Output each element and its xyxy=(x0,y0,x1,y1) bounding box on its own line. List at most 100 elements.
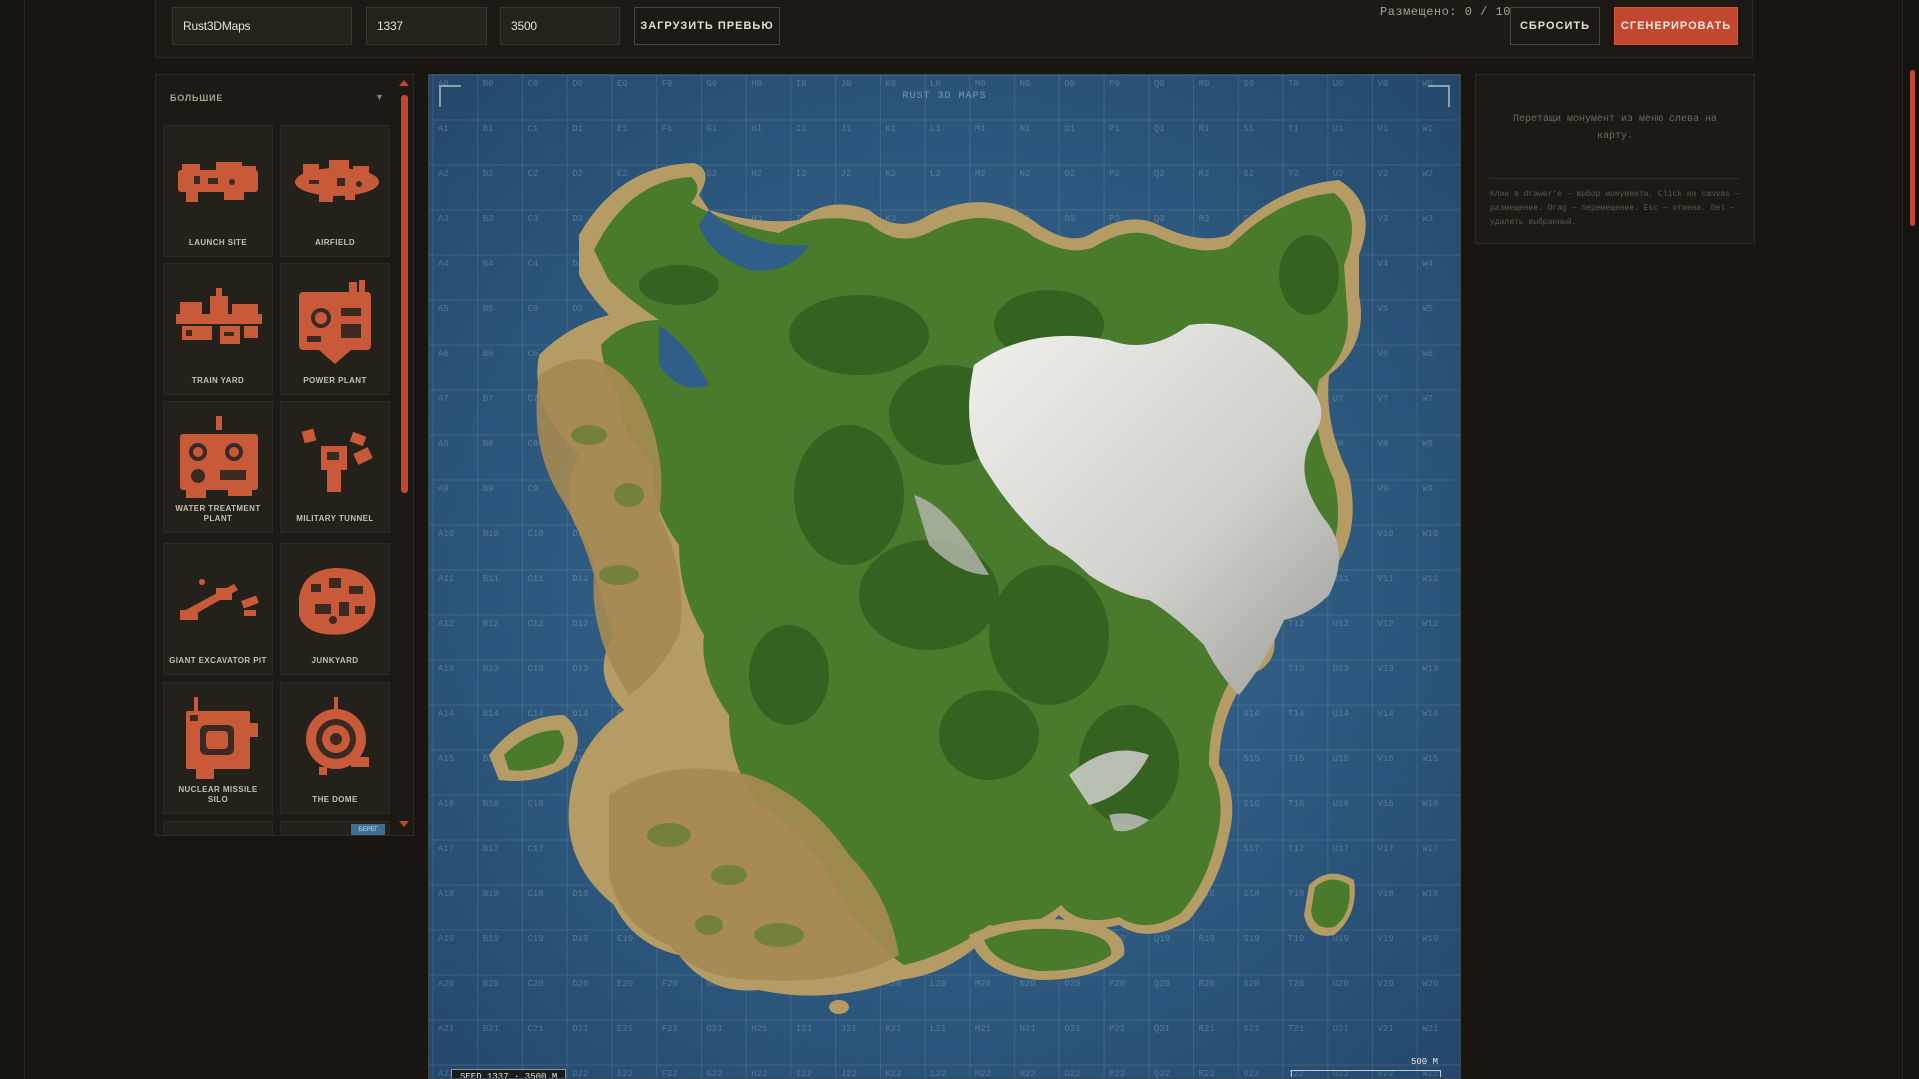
water-treatment-icon xyxy=(180,416,258,498)
grid-cell-label: A17 xyxy=(438,844,454,854)
map-canvas[interactable]: A0 B0 C0 D0 E0 F0 G0 H0 I0 J0 K0 L0 M0 N0 O0 P0 Q0 R0 S0 T0… xyxy=(428,74,1461,1079)
grid-cell-label: T19 xyxy=(1288,934,1304,944)
grid-cell-label: U1 xyxy=(1333,124,1344,134)
grid-cell-label: R1 xyxy=(1199,124,1210,134)
grid-cell-label: M21 xyxy=(975,1024,991,1034)
grid-cell-label: S19 xyxy=(1243,934,1259,944)
grid-cell-label: M0 xyxy=(975,79,986,89)
map-name-input[interactable]: Rust3DMaps xyxy=(172,7,352,45)
monument-tile-military-tunnel[interactable]: MILITARY TUNNEL xyxy=(280,401,390,533)
grid-cell-label: K0 xyxy=(885,79,896,89)
info-panel: Перетащи монумент из меню слева на карту… xyxy=(1475,74,1755,244)
grid-cell-label: N22 xyxy=(1020,1069,1036,1079)
grid-cell-label: V10 xyxy=(1378,529,1394,539)
grid-cell-label: L20 xyxy=(930,979,946,989)
grid-cell-label: R20 xyxy=(1199,979,1215,989)
chevron-down-icon[interactable]: ▼ xyxy=(375,92,384,102)
grid-cell-label: D22 xyxy=(572,1069,588,1079)
reset-button[interactable]: СБРОСИТЬ xyxy=(1510,7,1600,45)
scroll-down-icon[interactable] xyxy=(399,821,409,827)
grid-cell-label: Q21 xyxy=(1154,1024,1170,1034)
grid-cell-label: U17 xyxy=(1333,844,1349,854)
drawer-scrollbar-thumb[interactable] xyxy=(401,95,408,493)
grid-cell-label: V14 xyxy=(1378,709,1394,719)
grid-cell-label: V2 xyxy=(1378,169,1389,179)
monument-tile-power-plant[interactable]: POWER PLANT xyxy=(280,263,390,395)
grid-cell-label: A3 xyxy=(438,214,449,224)
monument-tile-giant-excavator[interactable]: GIANT EXCAVATOR PIT xyxy=(163,543,273,675)
grid-cell-label: J22 xyxy=(841,1069,857,1079)
grid-cell-label: W7 xyxy=(1422,394,1433,404)
grid-cell-label: O1 xyxy=(1064,124,1075,134)
grid-cell-label: U20 xyxy=(1333,979,1349,989)
grid-cell-label: C16 xyxy=(527,799,543,809)
grid-cell-label: E2 xyxy=(617,169,628,179)
monument-tile-missile-silo[interactable]: NUCLEAR MISSILE SILO xyxy=(163,682,273,814)
grid-cell-label: B7 xyxy=(483,394,494,404)
grid-cell-label: W13 xyxy=(1422,664,1438,674)
monument-tile-junkyard[interactable]: JUNKYARD xyxy=(280,543,390,675)
grid-cell-label: V6 xyxy=(1378,349,1389,359)
load-preview-button[interactable]: ЗАГРУЗИТЬ ПРЕВЬЮ xyxy=(634,7,780,45)
grid-cell-label: W3 xyxy=(1422,214,1433,224)
monument-tile-airfield[interactable]: AIRFIELD xyxy=(280,125,390,257)
grid-cell-label: A11 xyxy=(438,574,454,584)
grid-cell-label: U7 xyxy=(1333,394,1344,404)
grid-cell-label: C4 xyxy=(527,259,538,269)
power-plant-icon xyxy=(299,280,371,364)
grid-cell-label: N21 xyxy=(1020,1024,1036,1034)
generate-button[interactable]: СГЕНЕРИРОВАТЬ xyxy=(1614,7,1738,45)
grid-cell-label: W17 xyxy=(1422,844,1438,854)
page-scrollbar-thumb[interactable] xyxy=(1910,70,1915,226)
grid-cell-label: W5 xyxy=(1422,304,1433,314)
grid-cell-label: B21 xyxy=(483,1024,499,1034)
scale-bar xyxy=(1291,1070,1441,1077)
monument-tile-partial[interactable] xyxy=(163,821,273,835)
grid-cell-label: T15 xyxy=(1288,754,1304,764)
grid-cell-label: H22 xyxy=(751,1069,767,1079)
grid-cell-label: T1 xyxy=(1288,124,1299,134)
grid-cell-label: U15 xyxy=(1333,754,1349,764)
monument-tile-water-treatment[interactable]: WATER TREATMENT PLANT xyxy=(163,401,273,533)
grid-cell-label: A18 xyxy=(438,889,454,899)
grid-cell-label: S2 xyxy=(1243,169,1254,179)
grid-cell-label: W4 xyxy=(1422,259,1433,269)
map-terrain: A0 B0 C0 D0 E0 F0 G0 H0 I0 J0 K0 L0 M0 N0 O0 P0 Q0 R0 S0 T0… xyxy=(429,75,1460,1079)
grid-cell-label: A1 xyxy=(438,124,449,134)
grid-cell-label: B13 xyxy=(483,664,499,674)
grid-cell-label: T21 xyxy=(1288,1024,1304,1034)
grid-cell-label: A15 xyxy=(438,754,454,764)
grid-cell-label: R19 xyxy=(1199,934,1215,944)
seed-input[interactable]: 1337 xyxy=(366,7,487,45)
grid-cell-label: S15 xyxy=(1243,754,1259,764)
monument-tile-partial[interactable]: БЕРЕГ xyxy=(280,821,390,835)
grid-cell-label: Q0 xyxy=(1154,79,1165,89)
monument-tile-launch-site[interactable]: LAUNCH SITE xyxy=(163,125,273,257)
grid-cell-label: U19 xyxy=(1333,934,1349,944)
junkyard-icon xyxy=(299,568,376,635)
grid-cell-label: F21 xyxy=(662,1024,678,1034)
grid-cell-label: E22 xyxy=(617,1069,633,1079)
monument-label: POWER PLANT xyxy=(303,376,367,385)
grid-cell-label: J21 xyxy=(841,1024,857,1034)
grid-cell-label: P22 xyxy=(1109,1069,1125,1079)
grid-cell-label: A14 xyxy=(438,709,454,719)
grid-cell-label: A20 xyxy=(438,979,454,989)
grid-cell-label: V12 xyxy=(1378,619,1394,629)
launch-site-icon xyxy=(178,162,258,202)
grid-cell-label: W9 xyxy=(1422,484,1433,494)
monument-tile-the-dome[interactable]: THE DOME xyxy=(280,682,390,814)
grid-cell-label: T13 xyxy=(1288,664,1304,674)
grid-cell-label: A13 xyxy=(438,664,454,674)
grid-cell-label: R22 xyxy=(1199,1069,1215,1079)
grid-cell-label: I21 xyxy=(796,1024,812,1034)
grid-cell-label: B9 xyxy=(483,484,494,494)
monument-tile-train-yard[interactable]: TRAIN YARD xyxy=(163,263,273,395)
grid-cell-label: K2 xyxy=(885,169,896,179)
military-tunnel-icon xyxy=(301,428,373,492)
page-scrollbar[interactable] xyxy=(1902,0,1919,1079)
size-input[interactable]: 3500 xyxy=(500,7,620,45)
monument-label: NUCLEAR MISSILE SILO xyxy=(178,785,258,804)
scroll-up-icon[interactable] xyxy=(399,80,409,86)
grid-cell-label: C10 xyxy=(527,529,543,539)
